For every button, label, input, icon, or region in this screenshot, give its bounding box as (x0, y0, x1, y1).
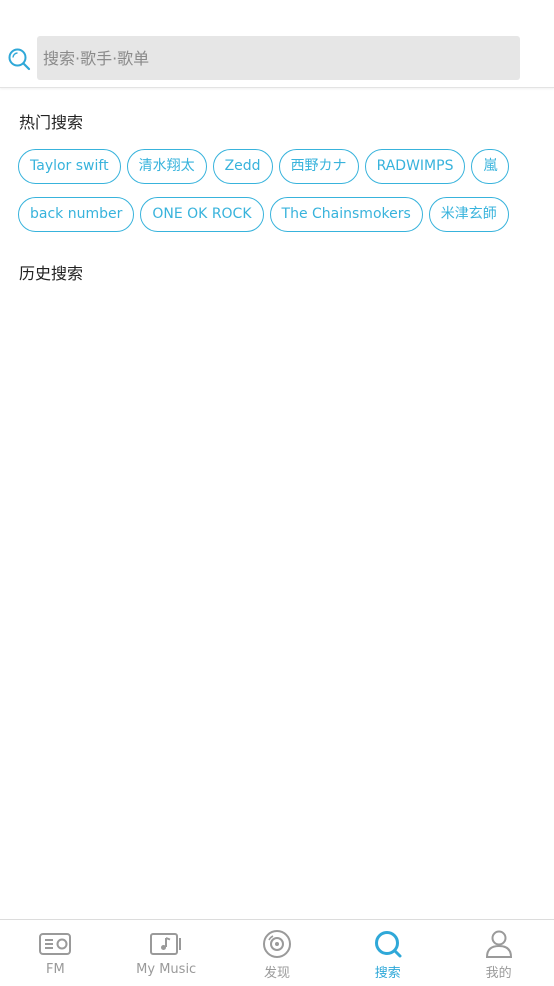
tag-row: back number ONE OK ROCK The Chainsmokers… (18, 197, 538, 232)
nav-item-me[interactable]: 我的 (443, 920, 554, 986)
user-icon (482, 929, 516, 959)
hot-tag[interactable]: 米津玄師 (428, 197, 509, 232)
hot-tag[interactable]: 清水翔太 (126, 149, 207, 184)
nav-item-search[interactable]: 搜索 (332, 920, 443, 986)
hot-tag[interactable]: back number (18, 197, 135, 232)
nav-label: FM (46, 962, 65, 977)
nav-label: 发现 (263, 966, 290, 981)
hot-tag[interactable]: ONE OK ROCK (140, 197, 264, 232)
search-icon (371, 929, 405, 959)
hot-tag[interactable]: The Chainsmokers (269, 197, 423, 232)
history-search-title: 历史搜索 (19, 264, 84, 283)
hot-tag[interactable]: 西野カナ (278, 149, 359, 184)
nav-label: My Music (136, 962, 197, 977)
search-input[interactable] (37, 36, 520, 80)
nav-item-my-music[interactable]: My Music (111, 920, 222, 986)
search-header (0, 0, 554, 88)
hot-tag[interactable]: Taylor swift (18, 149, 121, 184)
app-root: 热门搜索 Taylor swift 清水翔太 Zedd 西野カナ RADWIMP… (0, 0, 554, 986)
hot-tag[interactable]: 嵐 (471, 149, 510, 184)
radio-icon (38, 929, 72, 959)
nav-item-discover[interactable]: 发现 (222, 920, 333, 986)
bottom-nav: FM My Music 发现 搜索 我的 (0, 919, 554, 986)
nav-label: 我的 (485, 966, 512, 981)
hot-search-title: 热门搜索 (19, 113, 84, 132)
disc-icon (260, 929, 294, 959)
tag-row: Taylor swift 清水翔太 Zedd 西野カナ RADWIMPS 嵐 (18, 149, 538, 184)
hot-tag[interactable]: Zedd (212, 149, 273, 184)
hot-tag[interactable]: RADWIMPS (364, 149, 466, 184)
nav-label: 搜索 (374, 966, 401, 981)
nav-item-fm[interactable]: FM (0, 920, 111, 986)
search-icon[interactable] (7, 47, 31, 71)
music-note-icon (149, 929, 183, 959)
hot-search-tags: Taylor swift 清水翔太 Zedd 西野カナ RADWIMPS 嵐 b… (18, 149, 538, 245)
